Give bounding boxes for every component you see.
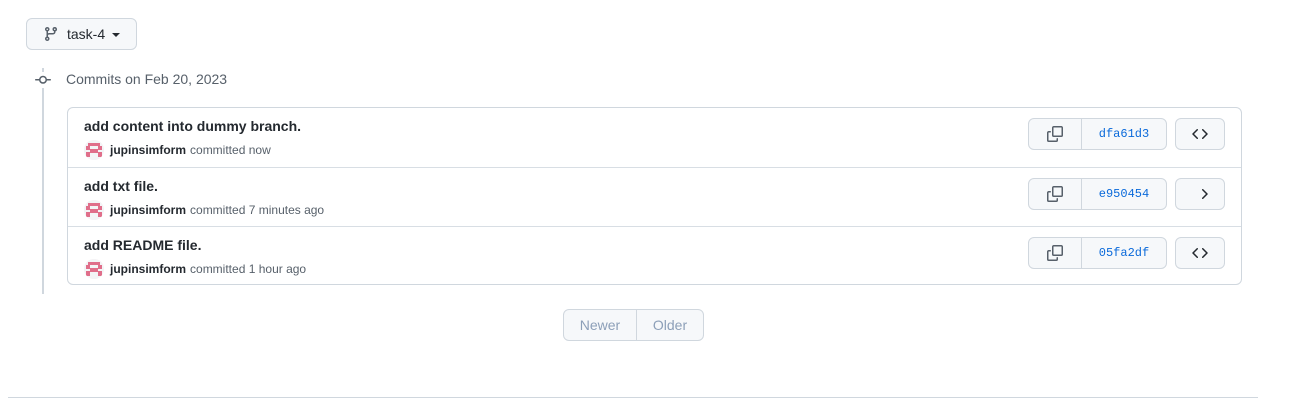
older-button[interactable]: Older — [637, 310, 703, 340]
browse-repo-button[interactable] — [1175, 118, 1225, 150]
code-icon — [1192, 128, 1208, 140]
copy-icon — [1047, 126, 1063, 142]
commits-page: task-4 Commits on Feb 20, 2023 add conte… — [0, 0, 1301, 411]
git-commit-icon — [34, 72, 52, 88]
commit-verb: committed — [190, 262, 246, 276]
commit-time: 7 minutes ago — [248, 203, 325, 217]
commit-time: now — [248, 143, 271, 157]
commit-sha-link[interactable]: dfa61d3 — [1082, 119, 1166, 149]
commit-sha-group: dfa61d3 — [1028, 118, 1167, 150]
commit-sha-group: e950454 — [1028, 178, 1167, 210]
pagination: Newer Older — [563, 309, 704, 341]
chevron-down-icon — [112, 32, 121, 37]
copy-sha-button[interactable] — [1029, 179, 1082, 209]
commit-verb: committed — [190, 203, 246, 217]
copy-sha-button[interactable] — [1029, 119, 1082, 149]
commit-sha-group: 05fa2df — [1028, 237, 1167, 269]
git-branch-icon — [43, 26, 59, 42]
browse-repo-button[interactable] — [1175, 237, 1225, 269]
footer-divider — [8, 397, 1258, 398]
copy-sha-button[interactable] — [1029, 238, 1082, 268]
commit-sha-link[interactable]: 05fa2df — [1082, 238, 1166, 268]
commit-row: add content into dummy branch. jupinsimf… — [68, 108, 1241, 167]
copy-icon — [1047, 245, 1063, 261]
commit-list: add content into dummy branch. jupinsimf… — [67, 107, 1242, 285]
code-icon — [1192, 247, 1208, 259]
commit-message-link[interactable]: add content into dummy branch. — [84, 118, 301, 134]
code-icon — [1201, 188, 1208, 200]
commit-message-link[interactable]: add README file. — [84, 237, 201, 253]
commit-row: add txt file. jupinsimform committed 7 m… — [68, 167, 1241, 226]
commit-author[interactable]: jupinsimform — [110, 143, 186, 157]
copy-icon — [1047, 186, 1063, 202]
commit-meta: jupinsimform committed 1 hour ago — [84, 259, 306, 279]
timeline-line — [42, 68, 44, 294]
avatar[interactable] — [84, 140, 104, 160]
commit-meta: jupinsimform committed 7 minutes ago — [84, 200, 324, 220]
branch-name: task-4 — [67, 26, 106, 42]
commit-meta: jupinsimform committed now — [84, 140, 271, 160]
commit-row: add README file. jupinsimform committed … — [68, 226, 1241, 285]
avatar[interactable] — [84, 200, 104, 220]
commit-author[interactable]: jupinsimform — [110, 262, 186, 276]
commit-group-title: Commits on Feb 20, 2023 — [66, 71, 228, 87]
newer-button[interactable]: Newer — [564, 310, 637, 340]
commit-time: 1 hour ago — [248, 262, 307, 276]
branch-selector-button[interactable]: task-4 — [26, 18, 137, 50]
commit-author[interactable]: jupinsimform — [110, 203, 186, 217]
avatar[interactable] — [84, 259, 104, 279]
commit-sha-link[interactable]: e950454 — [1082, 179, 1166, 209]
browse-repo-button[interactable] — [1175, 178, 1225, 210]
commit-message-link[interactable]: add txt file. — [84, 178, 158, 194]
commit-verb: committed — [190, 143, 246, 157]
